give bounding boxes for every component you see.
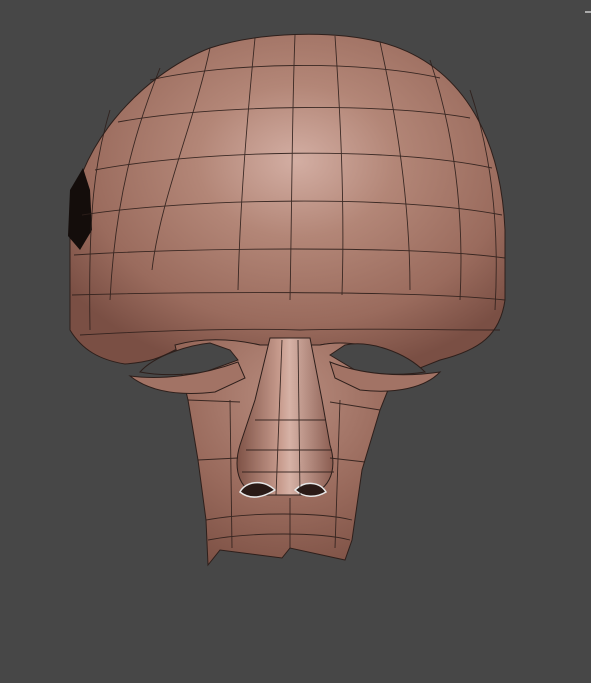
head-mesh-model[interactable] bbox=[0, 0, 591, 683]
3d-viewport[interactable] bbox=[0, 0, 591, 683]
